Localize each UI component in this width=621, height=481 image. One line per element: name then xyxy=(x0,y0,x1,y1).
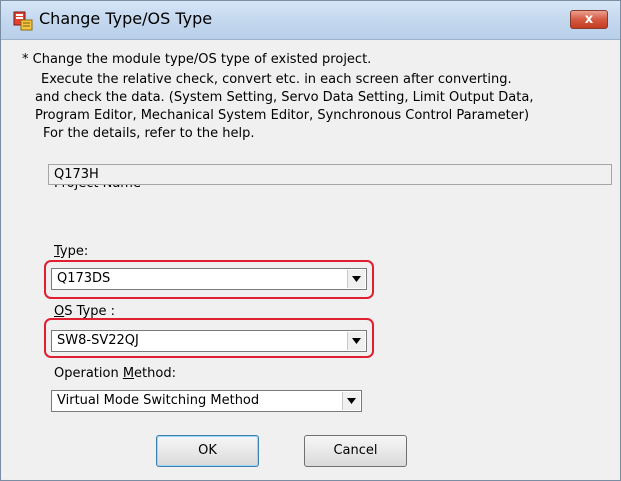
type-select[interactable]: Q173DS xyxy=(51,268,367,290)
type-select-value: Q173DS xyxy=(57,271,111,286)
chevron-down-icon xyxy=(352,276,361,282)
app-icon xyxy=(12,10,33,31)
title-bar[interactable]: Change Type/OS Type x xyxy=(1,1,620,40)
ok-button[interactable]: OK xyxy=(156,435,259,467)
operation-method-dropdown-button[interactable] xyxy=(342,392,360,410)
operation-method-label: Operation Method: xyxy=(54,366,176,381)
chevron-down-icon xyxy=(352,338,361,344)
operation-method-select[interactable]: Virtual Mode Switching Method xyxy=(51,390,362,412)
window-title: Change Type/OS Type xyxy=(39,9,213,28)
type-label: Type: xyxy=(54,244,89,259)
os-type-select[interactable]: SW8-SV22QJ xyxy=(51,330,367,352)
os-type-label: OS Type : xyxy=(54,304,115,319)
description-line-2: Execute the relative check, convert etc.… xyxy=(41,72,512,87)
project-name-value: Q173H xyxy=(54,167,99,182)
operation-method-select-value: Virtual Mode Switching Method xyxy=(57,393,260,408)
os-type-select-value: SW8-SV22QJ xyxy=(57,333,139,348)
description-line-3: and check the data. (System Setting, Ser… xyxy=(35,90,534,105)
chevron-down-icon xyxy=(347,398,356,404)
os-type-dropdown-button[interactable] xyxy=(347,332,365,350)
description-line-1: * Change the module type/OS type of exis… xyxy=(22,52,372,67)
close-button[interactable]: x xyxy=(570,10,608,29)
close-icon: x xyxy=(584,12,594,27)
description-line-5: For the details, refer to the help. xyxy=(43,126,255,141)
project-name-field: Q173H xyxy=(48,164,612,185)
description-line-4: Program Editor, Mechanical System Editor… xyxy=(35,108,530,123)
change-type-dialog: Change Type/OS Type x * Change the modul… xyxy=(0,0,621,481)
cancel-button[interactable]: Cancel xyxy=(304,435,407,467)
type-dropdown-button[interactable] xyxy=(347,270,365,288)
